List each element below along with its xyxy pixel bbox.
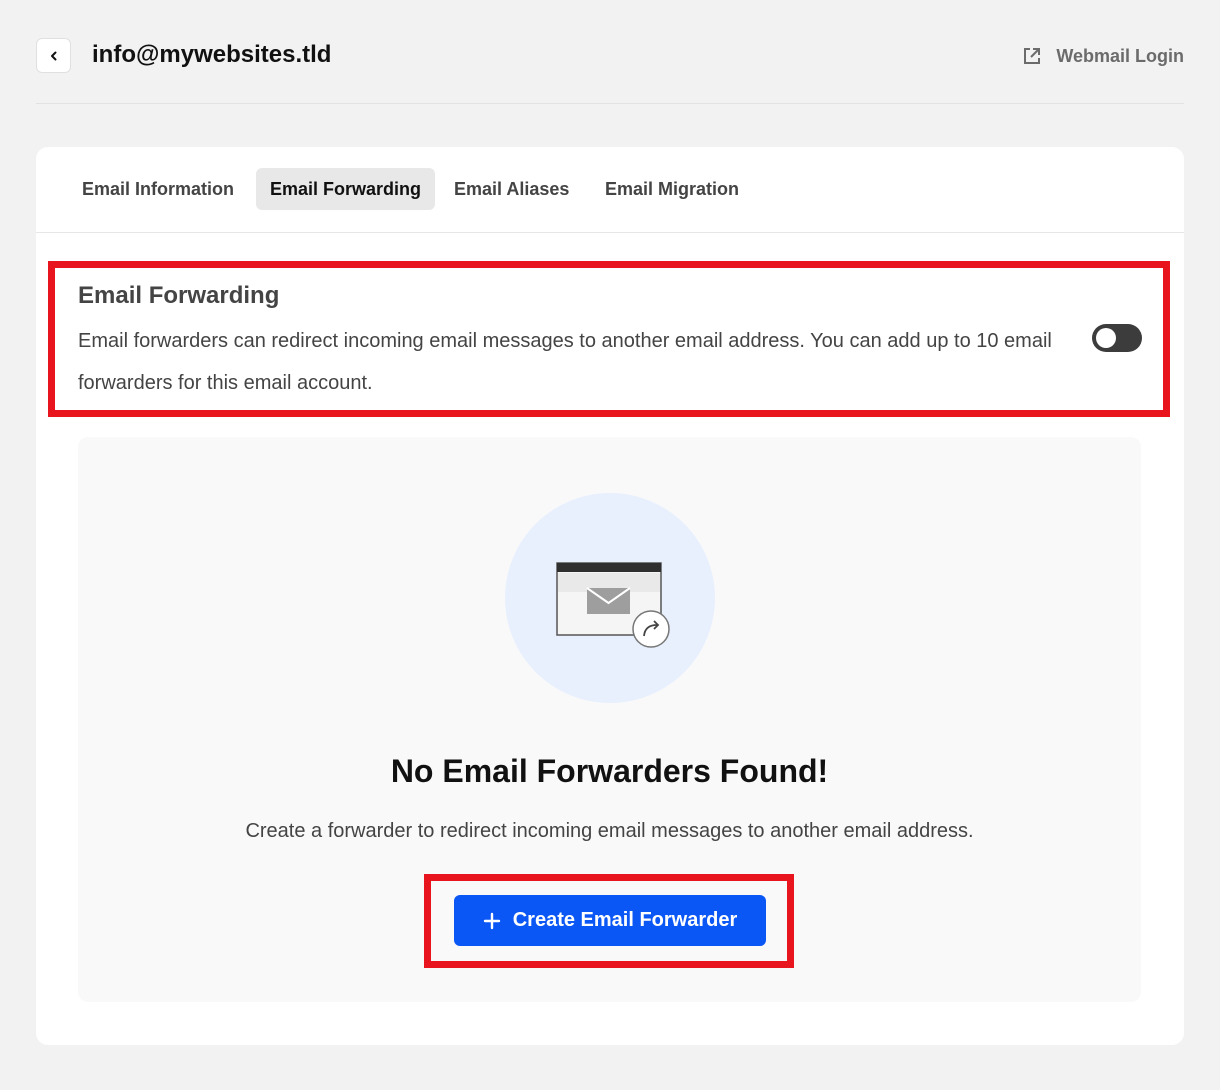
empty-state-description: Create a forwarder to redirect incoming … bbox=[245, 820, 974, 842]
tab-email-migration[interactable]: Email Migration bbox=[591, 168, 753, 210]
forwarding-info-section: Email Forwarding Email forwarders can re… bbox=[48, 261, 1170, 417]
chevron-left-icon bbox=[50, 51, 56, 60]
tab-email-information[interactable]: Email Information bbox=[68, 168, 248, 210]
section-description: Email forwarders can redirect incoming e… bbox=[78, 330, 1052, 394]
page-header: info@mywebsites.tld Webmail Login bbox=[36, 36, 1184, 104]
create-button-label: Create Email Forwarder bbox=[512, 909, 738, 931]
page: info@mywebsites.tld Webmail Login Email … bbox=[0, 0, 1220, 1090]
tab-bar: Email Information Email Forwarding Email… bbox=[36, 147, 1184, 233]
external-link-icon bbox=[1024, 48, 1041, 64]
illustration bbox=[505, 493, 715, 703]
empty-state-panel: No Email Forwarders Found! Create a forw… bbox=[78, 437, 1141, 1002]
email-settings-card: Email Information Email Forwarding Email… bbox=[36, 147, 1184, 1045]
page-title: info@mywebsites.tld bbox=[92, 41, 332, 68]
webmail-login-link[interactable]: Webmail Login bbox=[1022, 44, 1184, 68]
webmail-login-label: Webmail Login bbox=[1056, 45, 1184, 66]
section-title: Email Forwarding bbox=[78, 282, 280, 309]
create-email-forwarder-button[interactable]: Create Email Forwarder bbox=[454, 895, 766, 946]
forwarding-toggle[interactable] bbox=[1092, 324, 1142, 352]
toggle-knob bbox=[1096, 328, 1116, 348]
back-button[interactable] bbox=[36, 38, 71, 73]
tab-email-forwarding[interactable]: Email Forwarding bbox=[256, 168, 436, 210]
plus-icon bbox=[483, 912, 500, 929]
mail-forward-icon bbox=[556, 562, 670, 648]
empty-state-title: No Email Forwarders Found! bbox=[390, 753, 829, 789]
create-button-highlight: Create Email Forwarder bbox=[424, 874, 794, 968]
tab-email-aliases[interactable]: Email Aliases bbox=[440, 168, 583, 210]
